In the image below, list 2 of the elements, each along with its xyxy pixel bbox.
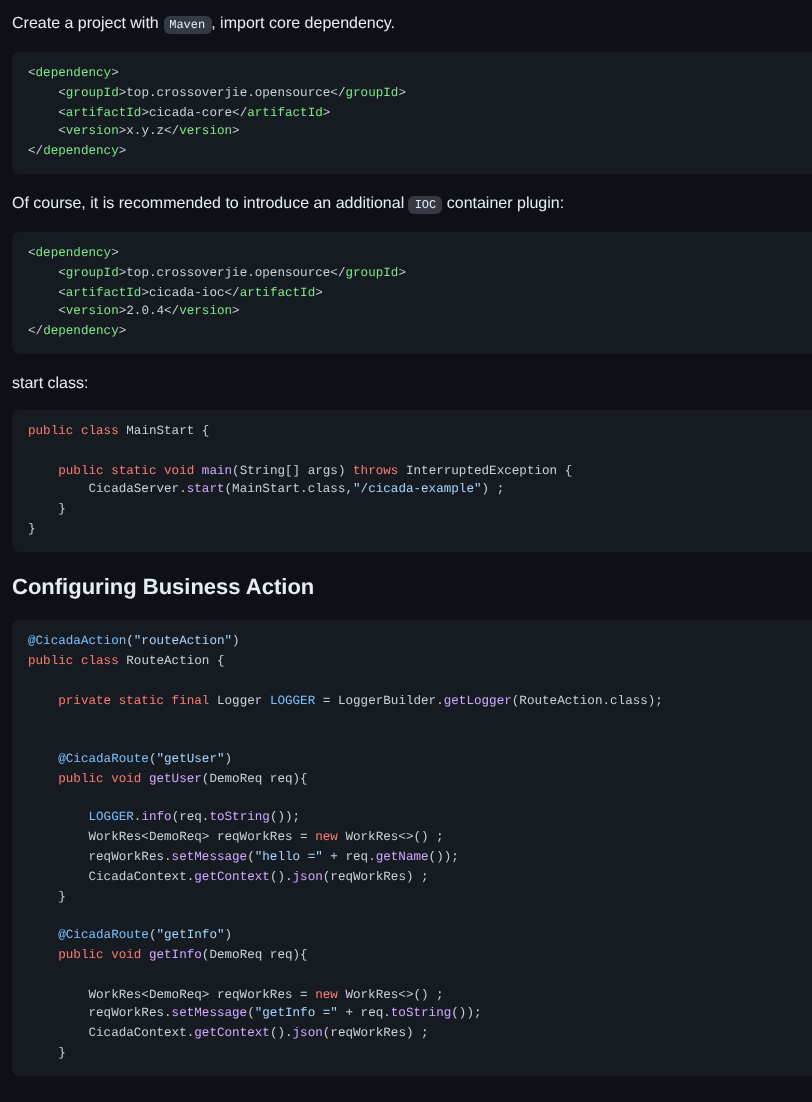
paragraph: start class: (12, 371, 91, 396)
section-heading: Configuring Business Action (12, 573, 317, 604)
